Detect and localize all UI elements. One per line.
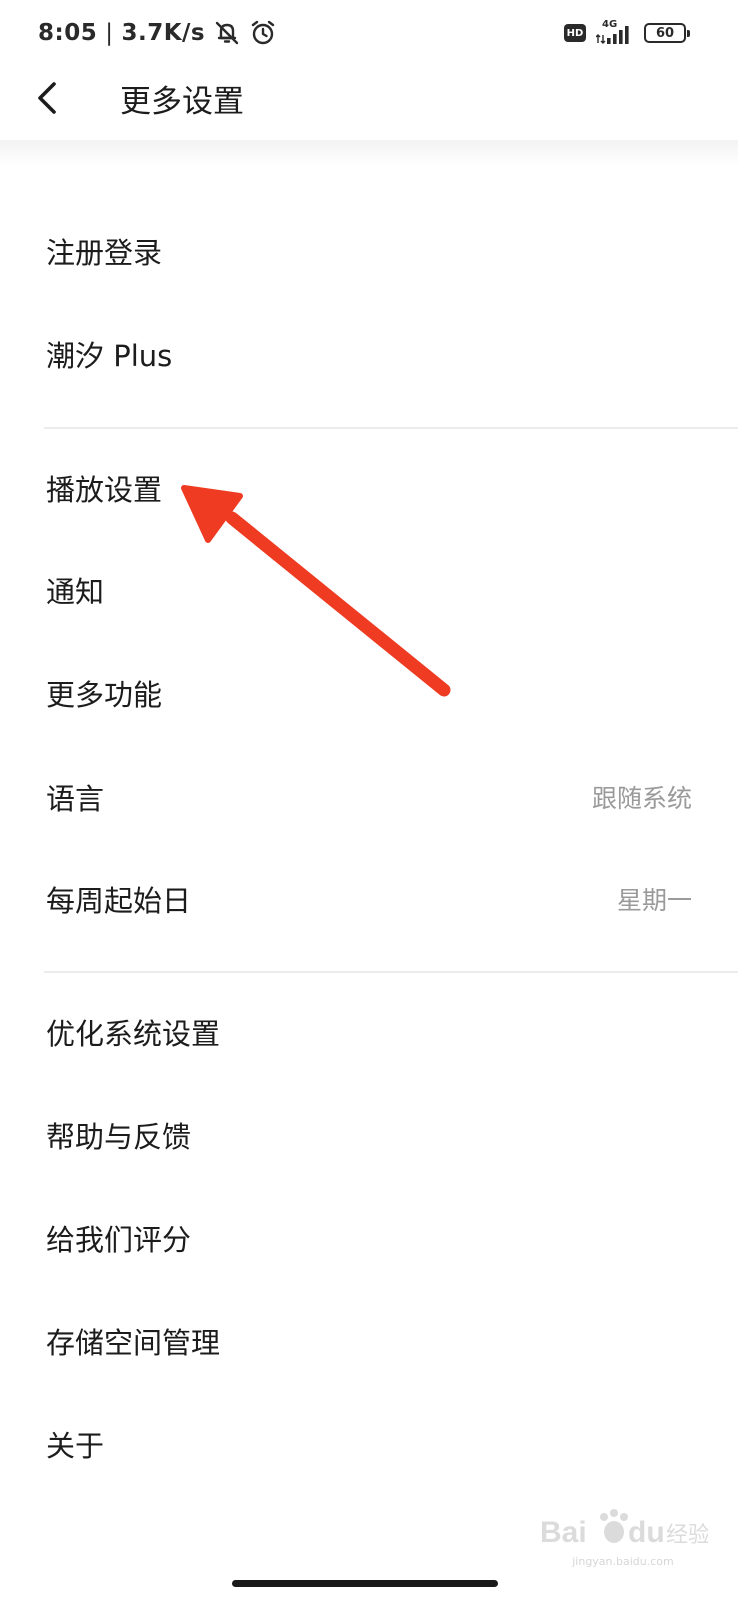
signal-strength: 4G: [596, 19, 636, 47]
setting-label: 潮汐 Plus: [46, 339, 173, 373]
setting-value: 星期一: [616, 886, 692, 915]
status-bar: 8:05 | 3.7K/s HD 4G 60: [0, 0, 738, 62]
setting-item-language[interactable]: 语言 跟随系统: [0, 749, 738, 845]
status-separator: |: [105, 20, 114, 46]
setting-label: 存储空间管理: [46, 1326, 221, 1360]
setting-label: 通知: [46, 575, 105, 609]
setting-item-storage[interactable]: 存储空间管理: [0, 1293, 738, 1389]
home-indicator-bar[interactable]: [232, 1580, 498, 1587]
hd-badge: HD: [564, 24, 586, 42]
setting-label: 播放设置: [46, 473, 163, 507]
setting-item-optimize-system[interactable]: 优化系统设置: [0, 984, 738, 1080]
back-button[interactable]: [26, 78, 66, 118]
setting-item-help-feedback[interactable]: 帮助与反馈: [0, 1087, 738, 1183]
header-shadow: [0, 140, 738, 166]
setting-label: 给我们评分: [46, 1223, 192, 1257]
setting-item-about[interactable]: 关于: [0, 1396, 738, 1492]
status-time: 8:05: [38, 20, 98, 46]
setting-value: 跟随系统: [591, 784, 692, 813]
setting-item-more-features[interactable]: 更多功能: [0, 645, 738, 741]
section-divider: [44, 971, 738, 973]
baidu-paw-logo: Bai du 经验: [540, 1509, 710, 1549]
setting-item-playback[interactable]: 播放设置: [0, 440, 738, 536]
more-settings-screen: 8:05 | 3.7K/s HD 4G 60 更多设置 注册登录 潮汐 Plus…: [0, 0, 738, 1600]
setting-label: 注册登录: [46, 236, 163, 270]
page-title: 更多设置: [120, 84, 244, 120]
setting-item-week-start[interactable]: 每周起始日 星期一: [0, 851, 738, 947]
section-divider: [44, 427, 738, 429]
svg-text:Bai: Bai: [540, 1516, 587, 1549]
watermark-url: jingyan.baidu.com: [572, 1555, 674, 1568]
setting-item-tide-plus[interactable]: 潮汐 Plus: [0, 306, 738, 402]
alarm-clock-icon: [249, 19, 277, 47]
svg-text:du: du: [628, 1516, 665, 1549]
baidu-watermark: Bai du 经验 jingyan.baidu.com: [538, 1508, 710, 1568]
chevron-left-icon: [38, 82, 56, 114]
battery-level: 60: [655, 25, 675, 41]
setting-label: 语言: [46, 782, 105, 816]
svg-text:经验: 经验: [666, 1523, 708, 1548]
network-speed: 3.7K/s: [121, 20, 206, 46]
signal-bars-icon: [596, 26, 629, 44]
setting-label: 帮助与反馈: [46, 1120, 192, 1154]
setting-label: 更多功能: [46, 678, 163, 712]
setting-label: 每周起始日: [46, 884, 192, 918]
status-right: HD 4G 60: [564, 18, 690, 48]
bell-off-icon: [213, 19, 241, 47]
setting-label: 关于: [46, 1429, 105, 1463]
setting-item-rate-us[interactable]: 给我们评分: [0, 1190, 738, 1286]
setting-label: 优化系统设置: [46, 1017, 221, 1051]
app-header: 更多设置: [0, 62, 738, 140]
status-left: 8:05 | 3.7K/s: [38, 18, 277, 48]
setting-item-notification[interactable]: 通知: [0, 542, 738, 638]
battery-icon: 60: [644, 23, 690, 43]
setting-item-register-login[interactable]: 注册登录: [0, 203, 738, 299]
